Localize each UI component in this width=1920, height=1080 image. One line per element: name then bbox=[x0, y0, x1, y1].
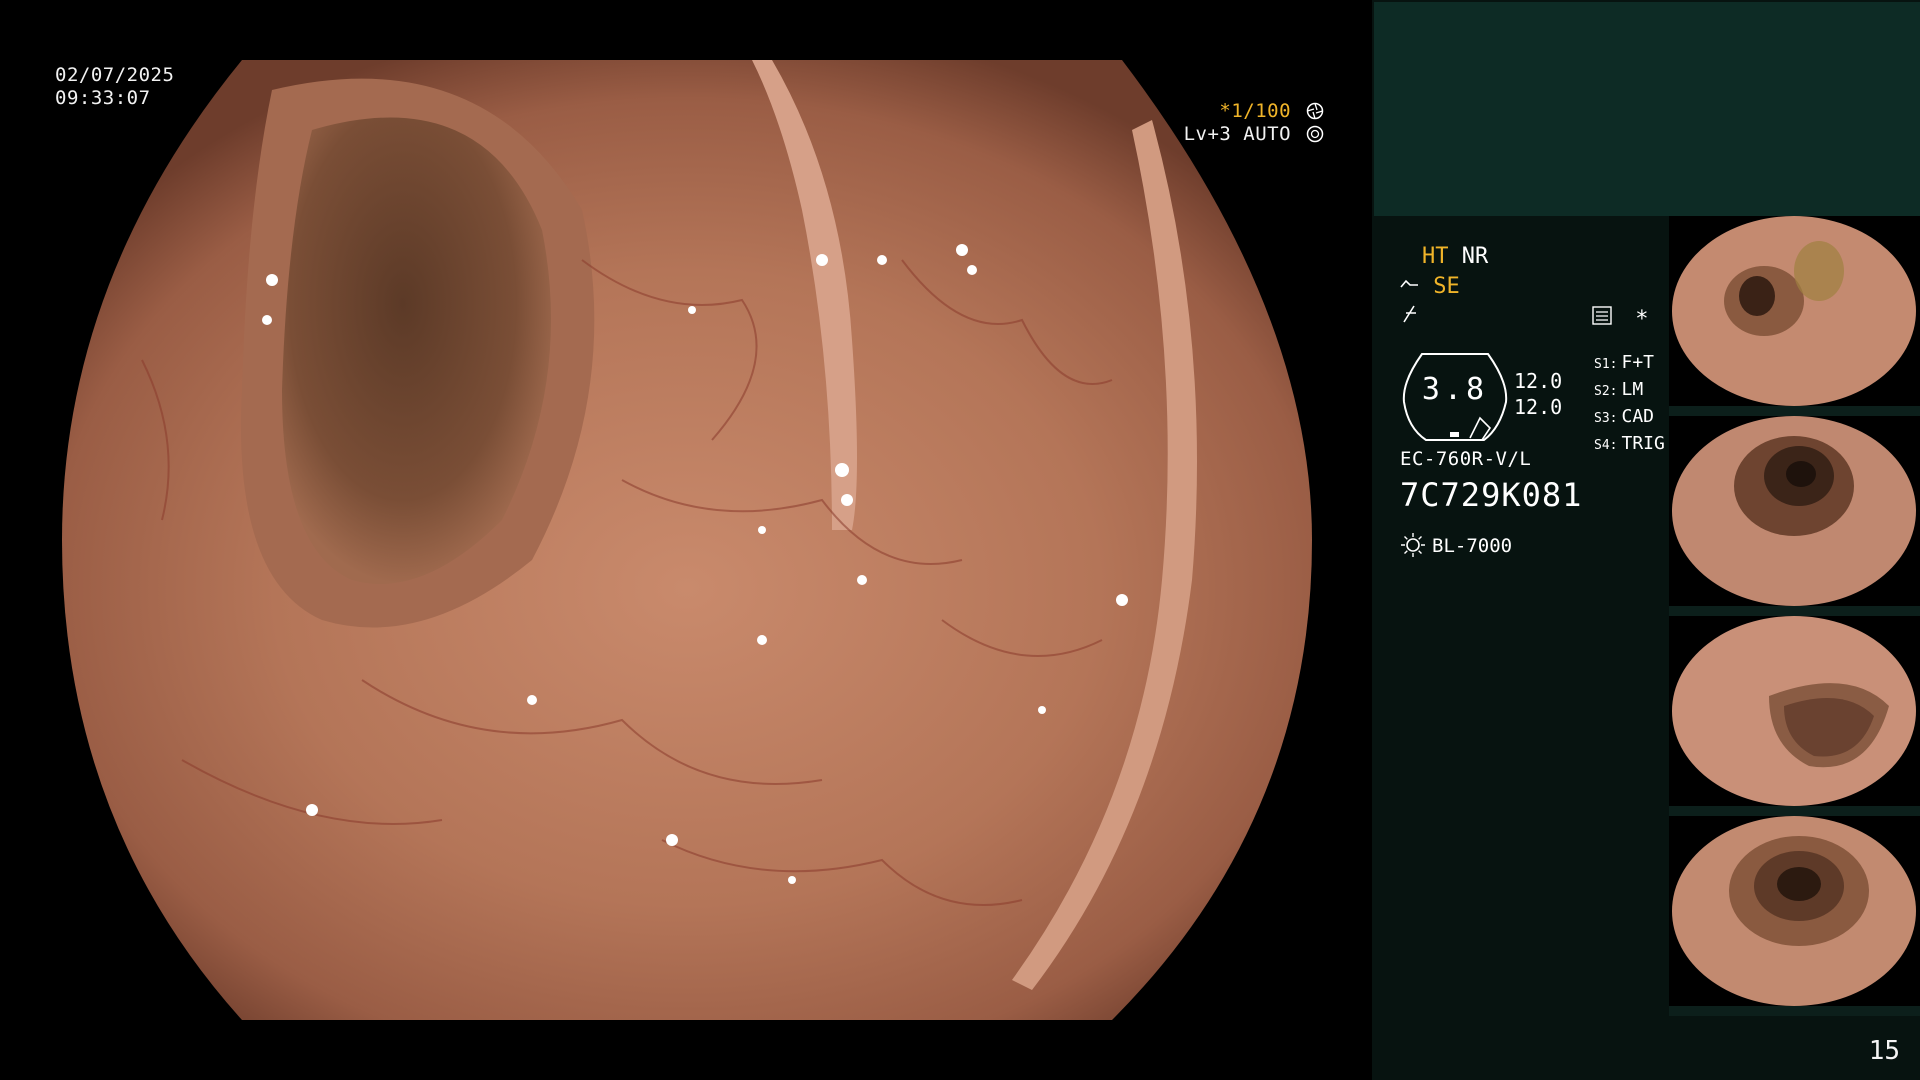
thumbnail-bar bbox=[1669, 806, 1920, 816]
switch-value: LM bbox=[1621, 379, 1644, 400]
enh-value-bottom: 12.0 bbox=[1514, 395, 1563, 419]
iris-icon bbox=[1306, 125, 1324, 143]
date-text: 02/07/2025 bbox=[55, 64, 175, 86]
ht-label: HT bbox=[1422, 244, 1449, 269]
stack-row: * bbox=[1592, 306, 1649, 332]
switch-row: S3: CAD bbox=[1594, 404, 1665, 431]
time-text: 09:33:07 bbox=[55, 87, 151, 109]
switch-key: S1: bbox=[1594, 357, 1618, 372]
switch-row: S2: LM bbox=[1594, 377, 1665, 404]
scope-serial: 7C729K081 bbox=[1400, 476, 1583, 514]
se-row: SE bbox=[1400, 274, 1460, 299]
switch-value: F+T bbox=[1621, 352, 1654, 373]
structure-enhancement-row: HT NR bbox=[1422, 244, 1488, 269]
freeze-icon bbox=[1403, 305, 1416, 323]
endoscope-view-area: 02/07/2025 09:33:07 *1/100 Lv+3 AUTO bbox=[0, 0, 1372, 1080]
stack-icon bbox=[1592, 306, 1612, 325]
thumbnail-4[interactable] bbox=[1669, 816, 1920, 1016]
thumbnail-bar bbox=[1669, 606, 1920, 616]
light-source-icon bbox=[1401, 533, 1425, 557]
thumbnail-bar bbox=[1669, 406, 1920, 416]
thumbnail-3[interactable] bbox=[1669, 616, 1920, 816]
thumbnail-bar bbox=[1669, 1006, 1920, 1016]
page-number: 15 bbox=[1868, 1036, 1900, 1066]
aperture-icon bbox=[1306, 102, 1324, 120]
enh-value-top: 12.0 bbox=[1514, 369, 1563, 393]
shutter-text: *1/100 bbox=[1219, 100, 1292, 122]
exposure-overlay: *1/100 Lv+3 AUTO bbox=[1184, 100, 1324, 146]
switch-row: S4: TRIG bbox=[1594, 431, 1665, 458]
switch-value: TRIG bbox=[1621, 433, 1665, 454]
level-text: Lv+3 bbox=[1183, 123, 1232, 145]
thumbnail-image bbox=[1672, 816, 1916, 1006]
zoom-value: 3.8 bbox=[1421, 372, 1489, 407]
date-time-overlay: 02/07/2025 09:33:07 bbox=[55, 64, 174, 110]
scope-model: EC-760R-V/L bbox=[1400, 448, 1532, 470]
thumbnail-image bbox=[1672, 616, 1916, 806]
endoscopic-image bbox=[62, 60, 1312, 1020]
light-source-row: BL-7000 bbox=[1400, 532, 1512, 558]
thumbnail-1[interactable] bbox=[1669, 216, 1920, 416]
scope-icon bbox=[1400, 279, 1418, 288]
light-source-label: BL-7000 bbox=[1432, 535, 1513, 557]
nr-label: NR bbox=[1461, 244, 1489, 269]
level-row: Lv+3 AUTO bbox=[1184, 123, 1324, 146]
star-label: * bbox=[1635, 307, 1649, 332]
se-label: SE bbox=[1433, 274, 1460, 299]
switch-value: CAD bbox=[1621, 406, 1654, 427]
freeze-row bbox=[1400, 304, 1420, 330]
switch-key: S3: bbox=[1594, 411, 1618, 426]
enhancement-values: 12.0 12.0 bbox=[1514, 368, 1562, 420]
panel-header-area bbox=[1374, 2, 1920, 216]
switch-key: S4: bbox=[1594, 438, 1618, 453]
thumbnail-2[interactable] bbox=[1669, 416, 1920, 616]
info-panel: HT NR SE * 3.8 12.0 12.0 S1: F+T S2: LM … bbox=[1372, 0, 1920, 1080]
switch-assignments: S1: F+T S2: LM S3: CAD S4: TRIG bbox=[1594, 350, 1665, 458]
iris-text: AUTO bbox=[1243, 123, 1292, 145]
switch-row: S1: F+T bbox=[1594, 350, 1665, 377]
thumbnail-image bbox=[1672, 216, 1916, 406]
thumbnail-image bbox=[1672, 416, 1916, 606]
switch-key: S2: bbox=[1594, 384, 1618, 399]
shutter-row: *1/100 bbox=[1184, 100, 1324, 123]
